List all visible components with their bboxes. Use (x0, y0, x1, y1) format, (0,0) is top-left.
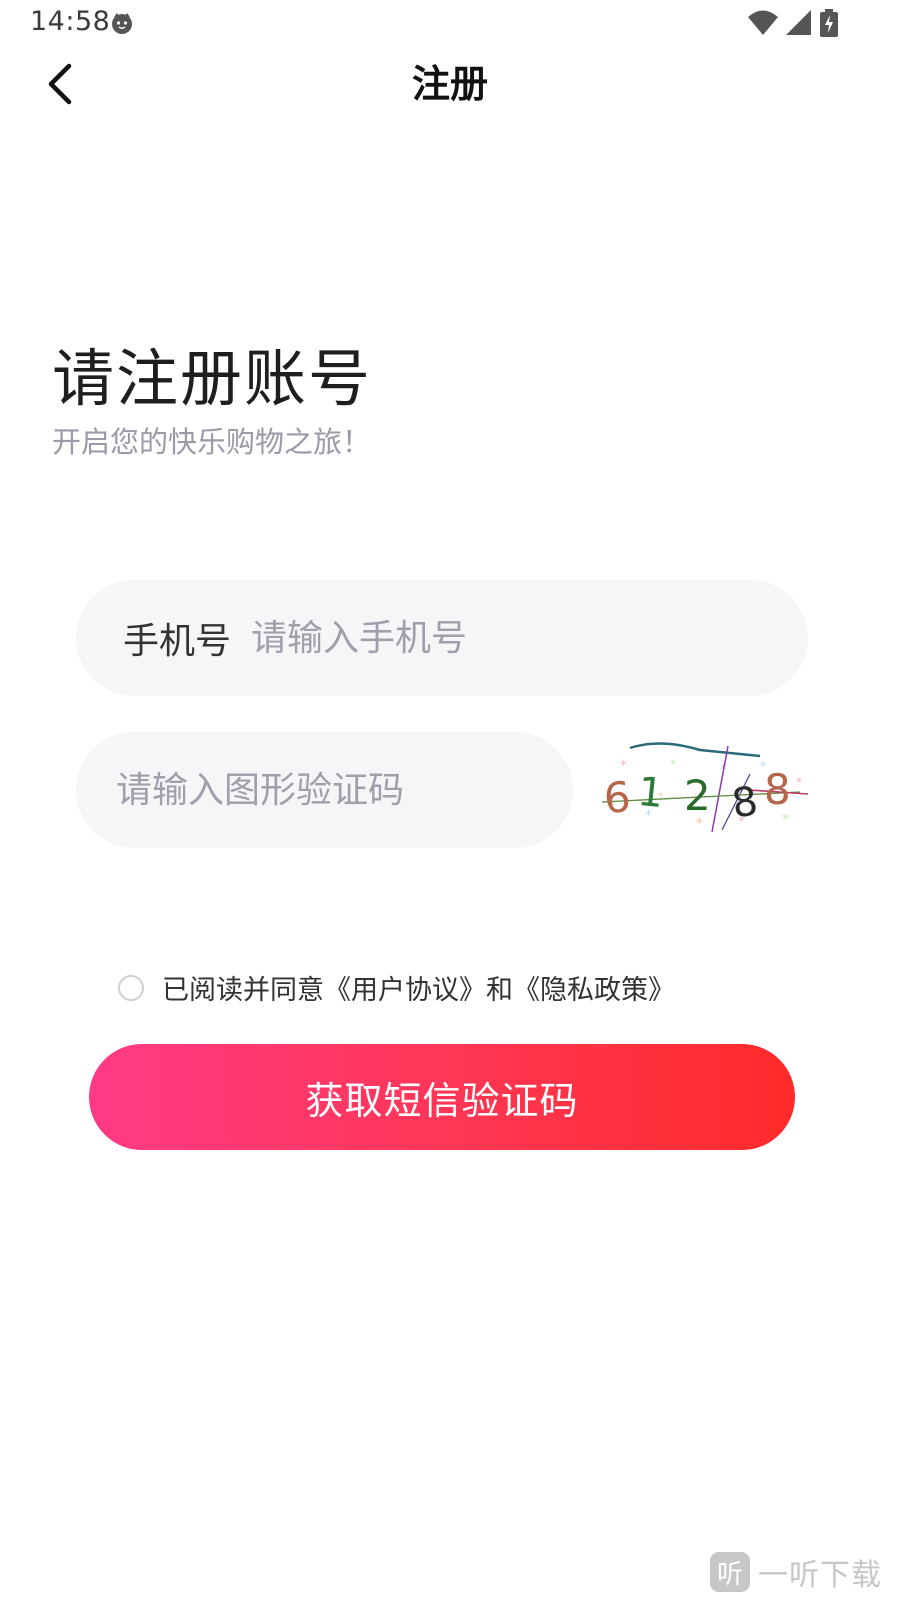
captcha-image[interactable]: * * * * * * * * * * * * 6 1 2 8 8 (600, 740, 808, 838)
battery-charging-icon (820, 9, 838, 37)
status-icons (748, 9, 838, 37)
register-subheadline: 开启您的快乐购物之旅！ (52, 425, 372, 459)
watermark-logo-icon: 听 (710, 1552, 750, 1592)
agreement-row: 已阅读并同意 《用户协议》 和 《隐私政策》 (118, 968, 675, 1007)
captcha-graphic: * * * * * * * * * * * * 6 1 2 8 8 (601, 742, 808, 833)
cell-signal-icon (786, 10, 811, 35)
captcha-input[interactable] (116, 769, 573, 811)
captcha-digit: 6 (602, 772, 632, 823)
svg-text:*: * (670, 757, 676, 771)
agreement-prefix: 已阅读并同意 (162, 975, 324, 1006)
chevron-left-icon (48, 63, 72, 105)
agreement-conjunction: 和 (486, 975, 513, 1006)
captcha-field[interactable] (76, 732, 573, 848)
captcha-digit: 8 (764, 765, 791, 814)
captcha-digit: 1 (636, 769, 666, 817)
status-bar: 14:58 (0, 0, 900, 46)
captcha-digit: 2 (684, 771, 711, 820)
register-headline: 请注册账号 (52, 342, 373, 415)
phone-label: 手机号 (123, 621, 232, 662)
get-sms-code-button[interactable]: 获取短信验证码 (89, 1044, 795, 1150)
captcha-digit: 8 (729, 778, 761, 827)
agree-checkbox[interactable] (118, 974, 144, 1001)
phone-field[interactable]: 手机号 (76, 580, 808, 696)
privacy-policy-link[interactable]: 《隐私政策》 (513, 968, 675, 1007)
svg-text:*: * (782, 812, 789, 828)
status-time: 14:58 (30, 6, 111, 37)
user-agreement-link[interactable]: 《用户协议》 (324, 968, 486, 1007)
watermark: 听 一听下载 (710, 1550, 882, 1594)
register-screen: 14:58 注册 请注册账号 开启您的快乐购物之旅！ 手机号 请输入手机号 请输… (0, 0, 900, 1600)
svg-text:*: * (796, 775, 802, 789)
watermark-text: 一听下载 (758, 1558, 882, 1593)
phone-input[interactable] (251, 617, 808, 659)
cat-face-icon (112, 13, 132, 34)
wifi-icon (748, 10, 778, 35)
back-button[interactable] (36, 58, 84, 110)
page-title: 注册 (411, 62, 488, 106)
